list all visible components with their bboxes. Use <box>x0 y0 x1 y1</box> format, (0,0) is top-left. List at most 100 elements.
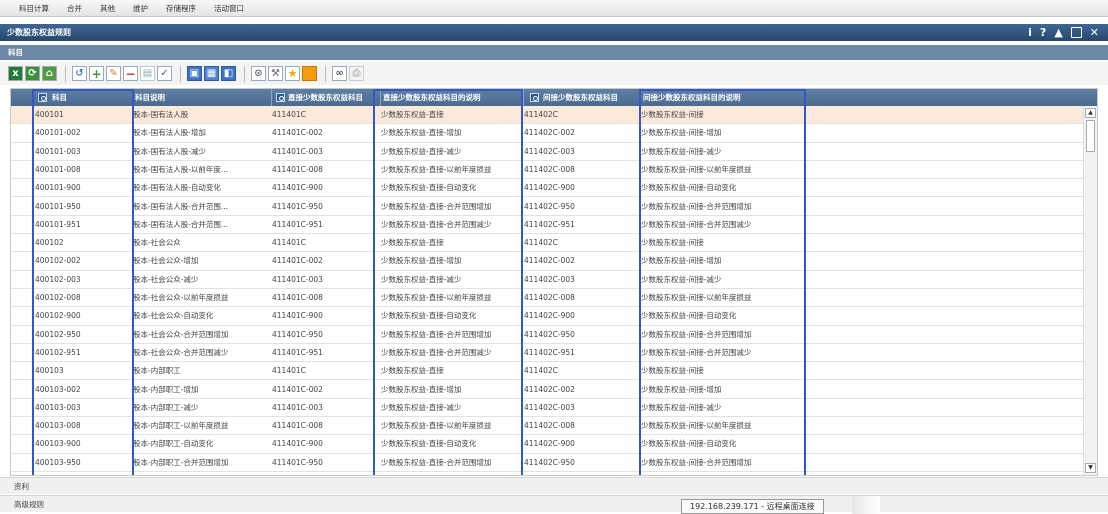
close-icon[interactable]: ✕ <box>1090 26 1099 39</box>
table-row[interactable]: 400101-003 股本-国有法人股-减少 411401C-003 少数股东权益-直… <box>11 143 1083 161</box>
cell-direct-account: 411401C-003 <box>272 274 323 284</box>
table-row[interactable]: 400101-951 股本-国有法人股-合并范围... 411401C-951 少数股… <box>11 216 1083 235</box>
table-row[interactable]: 400103 股本-内部职工 411401C 少数股东权益-直接 411402C 少数股东… <box>11 362 1083 381</box>
cell-account: 400103-003 <box>35 402 81 412</box>
filter-icon[interactable]: ⊙ <box>251 66 266 81</box>
cell-account-desc: 股本-社会公众-自动变化 <box>133 311 214 321</box>
table-row[interactable]: 400103-950 股本-内部职工-合并范围增加 411401C-950 少数股东权… <box>11 454 1083 472</box>
cell-account: 400102-008 <box>35 293 81 302</box>
grid-body: 400101 股本-国有法人股 411401C 少数股东权益-直接 411402C 少数股… <box>11 106 1083 475</box>
table-row[interactable]: 400102-008 股本-社会公众-以前年度损益 411401C-008 少数股东权… <box>11 289 1083 308</box>
cell-account: 400101-900 <box>35 183 81 193</box>
cell-indirect-account: 411402C-002 <box>524 128 575 138</box>
cell-account-desc: 股本-内部职工-自动变化 <box>133 439 214 449</box>
table-row[interactable]: 400103-003 股本-内部职工-减少 411401C-003 少数股东权益-直接… <box>11 399 1083 418</box>
tools-icon[interactable]: ⚒ <box>268 66 283 81</box>
save-icon[interactable]: ▤ <box>140 66 155 81</box>
maximize-icon[interactable] <box>1070 27 1082 38</box>
column-header-indirect-account[interactable]: 间接少数股东权益科目 <box>524 89 641 106</box>
cell-indirect-desc: 少数股东权益-间接-增加 <box>641 128 722 138</box>
cell-direct-account: 411401C-008 <box>272 293 323 302</box>
paste-icon[interactable]: ▦ <box>204 66 219 81</box>
table-row[interactable]: 400103-002 股本-内部职工-增加 411401C-002 少数股东权益-直接… <box>11 381 1083 399</box>
help-icon[interactable]: ? <box>1040 26 1046 39</box>
cell-account: 400103 <box>35 366 64 376</box>
cell-indirect-desc: 少数股东权益-间接-合并范围增加 <box>641 201 752 211</box>
panel-data[interactable]: 资利 <box>0 477 1108 494</box>
scroll-down-icon[interactable]: ▼ <box>1085 463 1096 473</box>
table-row[interactable]: 400101-002 股本-国有法人股-增加 411401C-002 少数股东权益-直… <box>11 124 1083 143</box>
table-row[interactable]: 400102-951 股本-社会公众-合并范围减少 411401C-951 少数股东权… <box>11 344 1083 363</box>
info-icon[interactable]: i <box>1028 26 1032 39</box>
table-row[interactable]: 400102-900 股本-社会公众-自动变化 411401C-900 少数股东权益-… <box>11 307 1083 326</box>
vertical-scrollbar[interactable]: ▲ ▼ <box>1083 106 1097 475</box>
cell-direct-desc: 少数股东权益-直接-减少 <box>381 146 462 156</box>
cell-account-desc: 股本-国有法人股-自动变化 <box>133 183 221 193</box>
edit-icon[interactable]: ✎ <box>106 66 121 81</box>
copy-icon[interactable]: ▣ <box>187 66 202 81</box>
scroll-thumb[interactable] <box>1086 120 1095 152</box>
menu-stored-procedures[interactable]: 存储程序 <box>157 3 205 14</box>
table-row[interactable]: 400102-002 股本-社会公众-增加 411401C-002 少数股东权益-直接… <box>11 252 1083 271</box>
cell-direct-account: 411401C-003 <box>272 146 323 156</box>
window-title: 少数股东权益规则 <box>7 28 71 37</box>
scroll-up-icon[interactable]: ▲ <box>1085 108 1096 118</box>
fill-icon[interactable]: ◧ <box>221 66 236 81</box>
add-icon[interactable]: + <box>89 66 104 81</box>
cell-direct-desc: 少数股东权益-直接-以前年度损益 <box>381 421 492 431</box>
table-row[interactable]: 400101 股本-国有法人股 411401C 少数股东权益-直接 411402C 少数股… <box>11 106 1083 125</box>
excel-export-icon[interactable]: x <box>8 66 23 81</box>
highlight-icon[interactable] <box>302 66 317 81</box>
home-icon[interactable]: ⌂ <box>42 66 57 81</box>
cell-direct-desc: 少数股东权益-直接 <box>381 110 444 119</box>
column-header-direct-desc[interactable]: 直接少数股东权益科目的说明 <box>381 89 524 106</box>
remote-desktop-tooltip: 192.168.239.171 - 远程桌面连接 <box>681 499 824 514</box>
sort-icon[interactable] <box>276 93 285 102</box>
menu-account-calc[interactable]: 科目计算 <box>0 3 58 14</box>
collapse-icon[interactable]: ▲ <box>1054 26 1062 39</box>
sort-icon[interactable] <box>530 93 539 102</box>
section-header: 科目 <box>0 45 1108 60</box>
cell-account-desc: 股本-内部职工-以前年度损益 <box>133 421 229 431</box>
column-header-account-desc[interactable]: 科目说明 <box>133 89 272 106</box>
cell-account: 400101-950 <box>35 201 81 211</box>
cell-direct-account: 411401C-002 <box>272 256 323 266</box>
confirm-icon[interactable]: ✓ <box>157 66 172 81</box>
cell-direct-account: 411401C-002 <box>272 128 323 138</box>
cell-indirect-account: 411402C <box>524 238 558 248</box>
cell-indirect-account: 411402C-003 <box>524 402 575 412</box>
sort-icon[interactable] <box>38 93 47 102</box>
favorite-icon[interactable]: ★ <box>285 66 300 81</box>
table-row[interactable]: 400103-900 股本-内部职工-自动变化 411401C-900 少数股东权益-… <box>11 435 1083 454</box>
column-header-account[interactable]: 科目 <box>11 89 133 106</box>
table-row[interactable]: 400101-008 股本-国有法人股-以前年度... 411401C-008 少数股… <box>11 161 1083 180</box>
delete-icon[interactable]: − <box>123 66 138 81</box>
table-row[interactable]: 400102-950 股本-社会公众-合并范围增加 411401C-950 少数股东权… <box>11 326 1083 344</box>
panel-advanced-rules[interactable]: 高级规则 <box>0 495 1108 512</box>
cell-account-desc: 股本-国有法人股-合并范围... <box>133 219 229 229</box>
menu-bar: 科目计算 合并 其他 维护 存储程序 活动窗口 <box>0 0 1108 17</box>
rules-grid: 科目 科目说明 直接少数股东权益科目 直接少数股东权益科目的说明 间接少数股东权… <box>10 88 1098 476</box>
cell-direct-account: 411401C-950 <box>272 201 323 211</box>
cell-direct-desc: 少数股东权益-直接-以前年度损益 <box>381 293 492 302</box>
menu-active-window[interactable]: 活动窗口 <box>205 3 253 14</box>
refresh-icon[interactable]: ⟳ <box>25 66 40 81</box>
table-row[interactable]: 400101-950 股本-国有法人股-合并范围... 411401C-950 少数股… <box>11 198 1083 216</box>
table-row[interactable]: 400103-008 股本-内部职工-以前年度损益 411401C-008 少数股东权… <box>11 417 1083 436</box>
menu-consolidate[interactable]: 合并 <box>58 3 91 14</box>
cell-indirect-desc: 少数股东权益-间接-自动变化 <box>641 311 737 321</box>
table-row[interactable]: 400101-900 股本-国有法人股-自动变化 411401C-900 少数股东权益… <box>11 179 1083 198</box>
cell-indirect-desc: 少数股东权益-间接-自动变化 <box>641 183 737 193</box>
menu-maintain[interactable]: 维护 <box>124 3 157 14</box>
table-row[interactable]: 400102 股本-社会公众 411401C 少数股东权益-直接 411402C 少数股东… <box>11 234 1083 253</box>
cell-direct-desc: 少数股东权益-直接-合并范围增加 <box>381 457 492 467</box>
column-header-direct-account[interactable]: 直接少数股东权益科目 <box>272 89 381 106</box>
cell-account-desc: 股本-内部职工-合并范围增加 <box>133 457 229 467</box>
table-row[interactable]: 400102-003 股本-社会公众-减少 411401C-003 少数股东权益-直接… <box>11 271 1083 289</box>
menu-other[interactable]: 其他 <box>91 3 124 14</box>
print-icon[interactable]: ⎙ <box>349 66 364 81</box>
undo-icon[interactable]: ↺ <box>72 66 87 81</box>
panel-data-label: 资利 <box>14 481 29 491</box>
link-icon[interactable]: ∞ <box>332 66 347 81</box>
column-header-indirect-desc[interactable]: 间接少数股东权益科目的说明 <box>641 89 1097 106</box>
